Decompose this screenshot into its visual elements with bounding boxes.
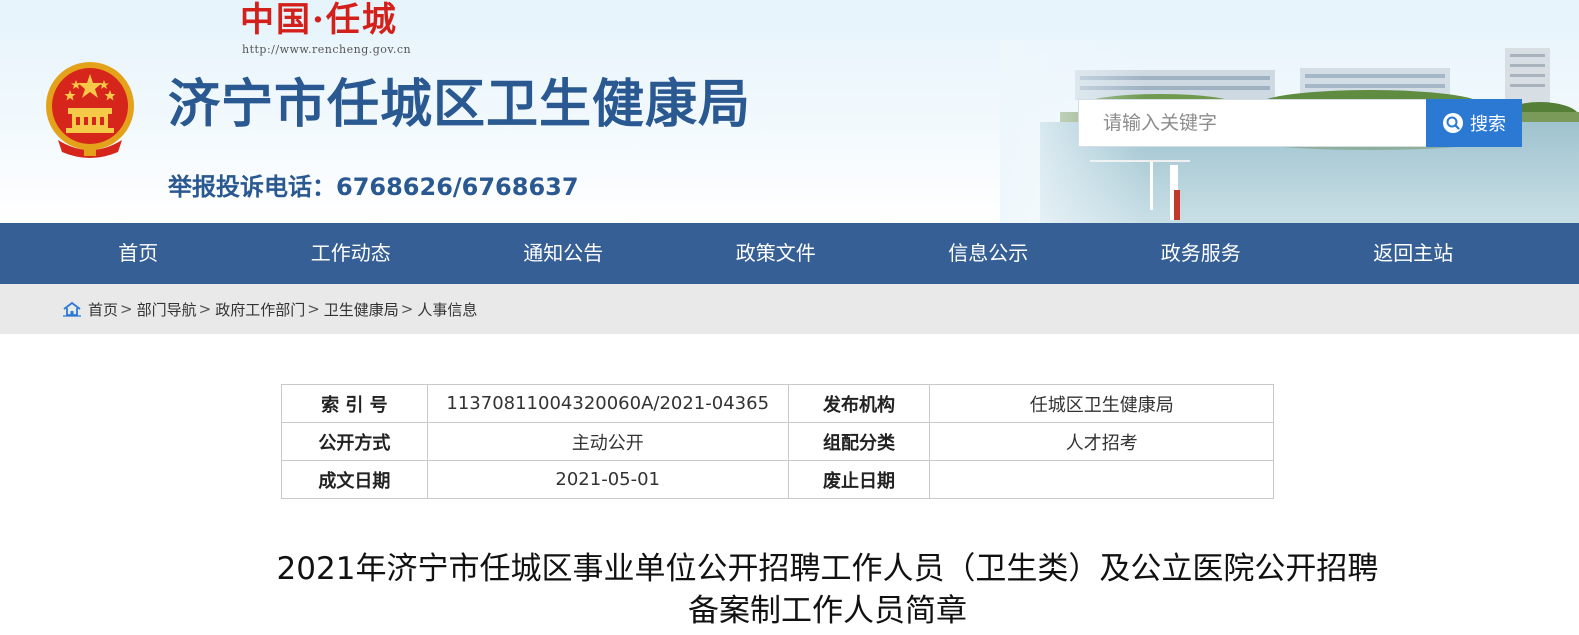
meta-key-disclosure: 公开方式 [281,422,428,461]
search-box: 搜索 [1078,99,1522,147]
article-title: 2021年济宁市任城区事业单位公开招聘工作人员（卫生类）及公立医院公开招聘 备案… [150,548,1505,632]
breadcrumb-separator: > [120,300,133,318]
meta-key-index: 索 引 号 [281,384,428,423]
meta-value-disclosure: 主动公开 [426,422,789,461]
nav-item-policy-docs[interactable]: 政策文件 [670,223,883,284]
table-row: 成文日期 2021-05-01 废止日期 [281,460,1274,499]
nav-item-notices[interactable]: 通知公告 [457,223,670,284]
nav-item-work-news[interactable]: 工作动态 [245,223,458,284]
meta-value-date: 2021-05-01 [426,460,789,499]
breadcrumb-home[interactable]: 首页 [88,299,118,320]
article-title-line-2: 备案制工作人员简章 [688,593,967,629]
home-icon [63,301,81,317]
breadcrumb-separator: > [198,300,212,318]
table-row: 索 引 号 11370811004320060A/2021-04365 发布机构… [281,384,1274,423]
main-nav: 首页 工作动态 通知公告 政策文件 信息公示 政务服务 返回主站 [0,223,1579,284]
nav-item-home[interactable]: 首页 [32,223,245,284]
rencheng-logo[interactable]: 中国·任城 [240,0,440,40]
breadcrumb-health-bureau[interactable]: 卫生健康局 [324,299,399,320]
national-emblem-icon [46,62,134,158]
site-header: 中国·任城 http://www.rencheng.gov.cn 济宁市任城区卫… [0,0,1579,223]
breadcrumb-personnel-info[interactable]: 人事信息 [417,299,477,320]
search-button[interactable]: 搜索 [1426,99,1522,147]
meta-key-expiry: 废止日期 [787,460,931,499]
meta-value-index: 11370811004320060A/2021-04365 [426,384,789,423]
table-row: 公开方式 主动公开 组配分类 人才招考 [281,422,1274,461]
breadcrumb-separator: > [307,300,320,318]
meta-value-category: 人才招考 [929,422,1274,461]
breadcrumb-separator: > [400,300,414,318]
document-meta-table: 索 引 号 11370811004320060A/2021-04365 发布机构… [281,384,1274,499]
complaint-hotline: 举报投诉电话：6768626/6768637 [168,173,579,201]
search-icon [1443,113,1463,133]
meta-value-publisher: 任城区卫生健康局 [929,384,1274,423]
site-url: http://www.rencheng.gov.cn [242,43,412,56]
nav-item-main-site[interactable]: 返回主站 [1307,223,1520,284]
search-input[interactable] [1079,100,1427,146]
breadcrumb: 首页 > 部门导航 > 政府工作部门 > 卫生健康局 > 人事信息 [0,284,1579,334]
meta-key-publisher: 发布机构 [787,384,931,423]
nav-item-gov-services[interactable]: 政务服务 [1095,223,1308,284]
search-button-label: 搜索 [1470,114,1506,135]
meta-value-expiry [929,460,1274,499]
meta-key-date: 成文日期 [281,460,428,499]
article-title-line-1: 2021年济宁市任城区事业单位公开招聘工作人员（卫生类）及公立医院公开招聘 [276,551,1379,587]
breadcrumb-dept-nav[interactable]: 部门导航 [137,299,197,320]
site-title: 济宁市任城区卫生健康局 [168,75,752,135]
breadcrumb-gov-depts[interactable]: 政府工作部门 [215,299,305,320]
nav-item-info-disclosure[interactable]: 信息公示 [882,223,1095,284]
meta-key-category: 组配分类 [787,422,931,461]
